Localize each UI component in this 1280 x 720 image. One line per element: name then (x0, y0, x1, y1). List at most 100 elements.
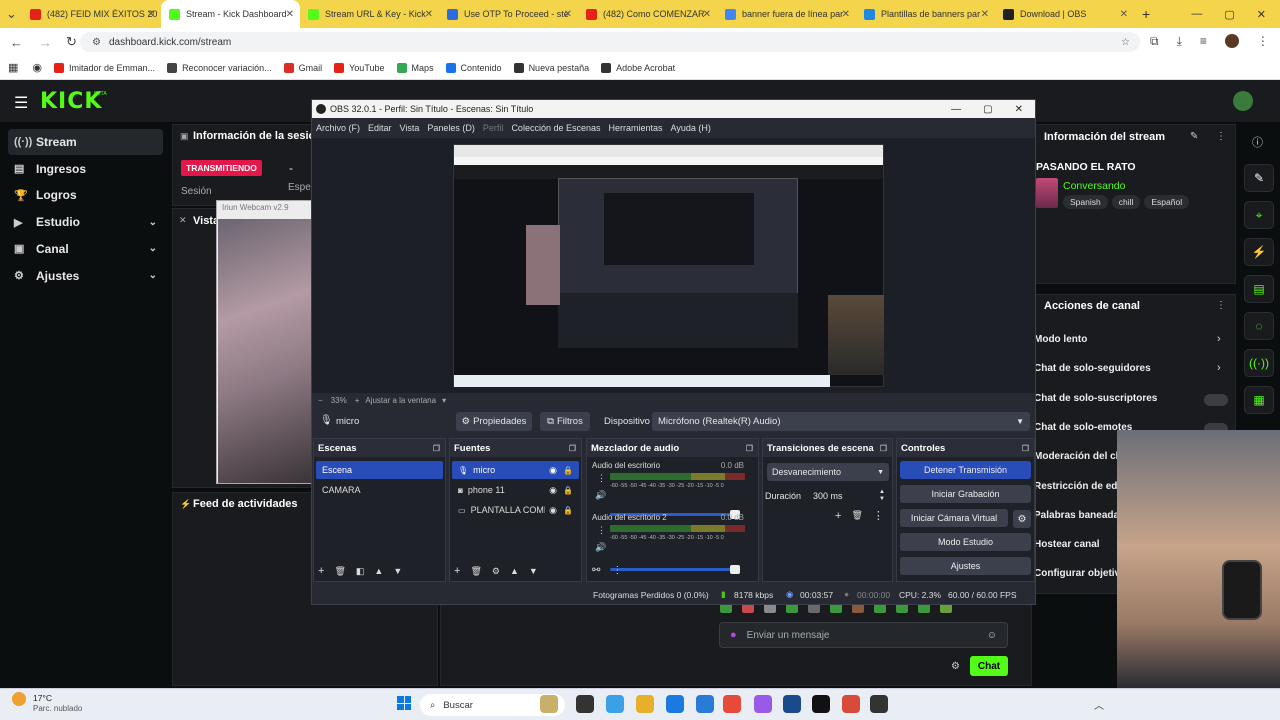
lightning-icon[interactable]: ⚡ (1244, 238, 1274, 266)
fit-dropdown-icon[interactable]: ▾ (442, 396, 446, 405)
chevron-right-icon[interactable]: › (1217, 333, 1221, 345)
crosshair-icon[interactable]: ⌖ (1244, 201, 1274, 229)
visibility-icon[interactable]: ◉ (549, 465, 557, 476)
lock-icon[interactable]: 🔒 (563, 486, 573, 495)
close-icon[interactable]: ✕ (1257, 8, 1266, 21)
browser-tab[interactable]: Use OTP To Proceed - ste ✕ (439, 0, 578, 28)
maximize-icon[interactable]: ▢ (983, 104, 992, 115)
taskbar-app-icon[interactable] (696, 695, 714, 713)
category-thumbnail[interactable] (1036, 178, 1058, 208)
hamburger-menu-icon[interactable]: ☰ (14, 93, 28, 113)
toggle-switch[interactable] (1204, 393, 1228, 406)
close-tab-icon[interactable]: ✕ (564, 9, 572, 20)
nav-item-ingresos[interactable]: ▤ Ingresos (8, 156, 163, 182)
taskbar-app-icon[interactable] (783, 695, 801, 713)
close-tab-icon[interactable]: ✕ (1120, 9, 1128, 20)
edit-icon[interactable]: ✎ (1244, 164, 1274, 192)
close-tab-icon[interactable]: ✕ (842, 9, 850, 20)
obs-control-button[interactable]: Iniciar Grabación (900, 485, 1031, 503)
more-options-icon[interactable]: ⋮ (1216, 131, 1226, 142)
taskbar-app-icon[interactable] (754, 695, 772, 713)
category-name[interactable]: Conversando (1063, 180, 1125, 192)
bookmark-item[interactable]: Adobe Acrobat (601, 62, 675, 73)
taskbar-app-icon[interactable] (870, 695, 888, 713)
obs-menu-item[interactable]: Ayuda (H) (671, 123, 711, 133)
remove-transition-icon[interactable]: 🗑 (851, 510, 862, 521)
move-up-icon[interactable]: ▲ (374, 566, 383, 576)
broadcast-icon[interactable]: ((·)) (1244, 349, 1274, 377)
weather-icon[interactable] (12, 692, 26, 706)
stepper-icon[interactable]: ▲ ▼ (879, 489, 885, 503)
volume-icon[interactable]: 🔊 (595, 542, 606, 553)
obs-menu-item[interactable]: Editar (368, 123, 392, 133)
properties-button[interactable]: ⚙ Propiedades (456, 412, 532, 431)
browser-tab[interactable]: (482) FEID MIX ÉXITOS 20 ✕ (22, 0, 161, 28)
obs-control-button[interactable]: Modo Estudio (900, 533, 1031, 551)
close-icon[interactable]: ✕ (179, 215, 187, 226)
browser-tab[interactable]: banner fuera de línea par ✕ (717, 0, 856, 28)
apps-grid-icon[interactable]: ▦ (8, 61, 18, 74)
scene-item[interactable]: CAMARA (316, 481, 443, 499)
download-icon[interactable]: ⤓ (1177, 34, 1182, 49)
filters-button[interactable]: ⧉ Filtros (540, 412, 590, 431)
bookmark-item[interactable]: Contenido (445, 62, 502, 73)
close-tab-icon[interactable]: ✕ (981, 9, 989, 20)
source-item[interactable]: 🎙 micro ◉ 🔒 (452, 461, 579, 479)
layout-icon[interactable]: ▦ (1244, 386, 1274, 414)
zoom-out-icon[interactable]: − (318, 396, 323, 405)
virtual-cam-settings-icon[interactable]: ⚙ (1013, 510, 1031, 528)
visibility-icon[interactable]: ◉ (549, 485, 557, 496)
browser-tab[interactable]: (482) Como COMENZAR ✕ (578, 0, 717, 28)
stream-tag[interactable]: Español (1144, 195, 1190, 209)
browser-tab[interactable]: Stream URL & Key - Kick ✕ (300, 0, 439, 28)
nav-item-canal[interactable]: ▣ Canal ⌄ (8, 236, 163, 262)
move-down-icon[interactable]: ▼ (393, 566, 402, 576)
browser-tab[interactable]: Stream - Kick Dashboard ✕ (161, 0, 300, 28)
close-tab-icon[interactable]: ✕ (703, 9, 711, 20)
obs-control-button[interactable]: Detener Transmisión (900, 461, 1031, 479)
undock-icon[interactable]: ❐ (433, 444, 440, 453)
browser-menu-icon[interactable]: ⋮ (1257, 34, 1269, 49)
source-item[interactable]: ◙ phone 11 ◉ 🔒 (452, 481, 579, 499)
bookmark-item[interactable]: Nueva pestaña (513, 62, 589, 73)
minimize-icon[interactable]: — (1191, 8, 1202, 21)
obs-menu-item[interactable]: Vista (400, 123, 420, 133)
chat-send-button[interactable]: Chat (970, 656, 1008, 676)
add-transition-icon[interactable]: + (835, 510, 841, 522)
bookmark-item[interactable]: Reconocer variación... (167, 62, 272, 73)
move-down-icon[interactable]: ▼ (529, 566, 538, 576)
taskbar-app-icon[interactable] (636, 695, 654, 713)
remove-scene-icon[interactable]: 🗑 (334, 566, 345, 577)
emoji-icon[interactable]: ☺ (987, 630, 997, 641)
chat-icon[interactable]: ◌ (1244, 312, 1274, 340)
chevron-right-icon[interactable]: › (1217, 362, 1221, 374)
close-icon[interactable]: ✕ (1015, 104, 1023, 115)
close-tab-icon[interactable]: ✕ (425, 9, 433, 20)
forward-icon[interactable]: → (39, 35, 52, 50)
obs-menu-item[interactable]: Paneles (D) (427, 123, 475, 133)
taskbar-app-icon[interactable] (812, 695, 830, 713)
edit-icon[interactable]: ✎ (1190, 131, 1198, 142)
more-options-icon[interactable]: ⋮ (1216, 300, 1226, 311)
remove-source-icon[interactable]: 🗑 (470, 566, 481, 577)
taskbar-app-icon[interactable] (666, 695, 684, 713)
obs-menu-item[interactable]: Perfil (483, 123, 504, 133)
device-select[interactable]: Micrófono (Realtek(R) Audio) ▼ (652, 412, 1030, 431)
start-icon[interactable] (397, 696, 411, 710)
site-info-icon[interactable]: ⚙ (92, 37, 101, 48)
fit-window-label[interactable]: Ajustar a la ventana (365, 396, 436, 405)
mic-icon[interactable]: ● (730, 629, 737, 641)
info-icon[interactable]: ⓘ (1252, 134, 1263, 150)
undock-icon[interactable]: ❐ (746, 444, 753, 453)
bookmark-item[interactable]: Gmail (283, 62, 322, 73)
close-tab-icon[interactable]: ✕ (286, 9, 294, 20)
reload-icon[interactable]: ↻ (66, 34, 77, 50)
taskbar-app-icon[interactable] (723, 695, 741, 713)
nav-item-estudio[interactable]: ▶ Estudio ⌄ (8, 209, 163, 235)
taskbar-app-icon[interactable] (606, 695, 624, 713)
lock-icon[interactable]: 🔒 (563, 506, 573, 515)
clipboard-icon[interactable]: ▤ (1244, 275, 1274, 303)
undock-icon[interactable]: ❐ (1022, 444, 1029, 453)
obs-control-button[interactable]: Ajustes (900, 557, 1031, 575)
more-options-icon[interactable]: ⋮ (612, 565, 622, 576)
